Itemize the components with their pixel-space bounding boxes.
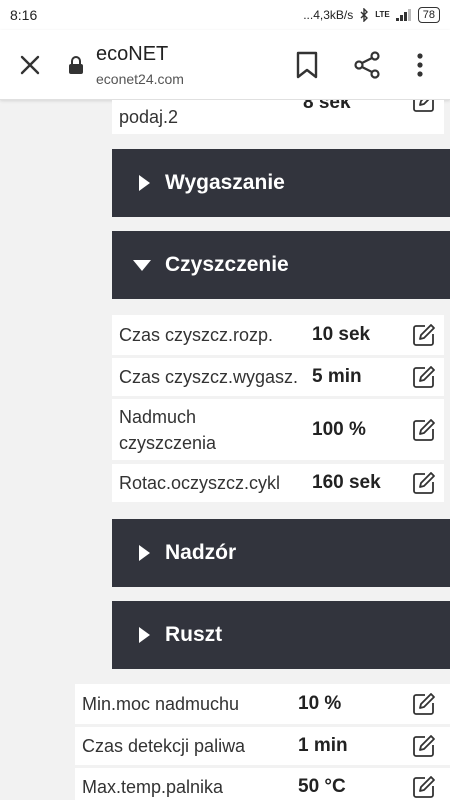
setting-row: Min.moc nadmuchu 10 % <box>75 684 450 724</box>
page-url[interactable]: econet24.com <box>96 71 184 87</box>
bluetooth-icon <box>360 8 369 22</box>
caret-down-icon <box>133 260 151 271</box>
more-options-icon[interactable] <box>410 50 430 80</box>
edit-icon[interactable] <box>412 365 436 389</box>
edit-icon[interactable] <box>412 100 436 113</box>
setting-value: 1 min <box>298 735 348 756</box>
setting-value: 160 sek <box>312 472 381 493</box>
network-speed: ...4,3kB/s <box>303 8 354 22</box>
close-icon[interactable] <box>16 51 44 79</box>
status-time: 8:16 <box>10 7 38 23</box>
setting-label: Max.temp.palnika <box>82 777 224 797</box>
section-ruszt[interactable]: Ruszt <box>112 601 450 669</box>
page-title: ecoNET <box>96 43 169 65</box>
edit-icon[interactable] <box>412 692 436 716</box>
setting-label: podaj.2 <box>119 107 179 127</box>
setting-row-podaj2: podaj.2 8 sek <box>112 100 444 134</box>
setting-value: 10 sek <box>312 324 371 345</box>
section-nadzor[interactable]: Nadzór <box>112 519 450 587</box>
setting-row: Max.temp.palnika 50 °C <box>75 768 450 800</box>
setting-value: 50 °C <box>298 776 346 797</box>
setting-label: Rotac.oczyszcz.cykl <box>119 473 281 493</box>
setting-value: 5 min <box>312 366 362 387</box>
setting-label: Czas czyszcz.rozp. <box>119 325 274 345</box>
edit-icon[interactable] <box>412 734 436 758</box>
setting-label: Min.moc nadmuchu <box>82 694 240 714</box>
edit-icon[interactable] <box>412 323 436 347</box>
bookmark-icon[interactable] <box>294 50 320 80</box>
setting-label: Czas czyszcz.wygasz. <box>119 367 299 387</box>
edit-icon[interactable] <box>412 775 436 799</box>
section-title: Nadzór <box>165 541 237 564</box>
caret-right-icon <box>139 545 150 561</box>
setting-value: 10 % <box>298 693 342 714</box>
caret-right-icon <box>139 175 150 191</box>
section-wygaszanie[interactable]: Wygaszanie <box>112 149 450 217</box>
setting-label: Czas detekcji paliwa <box>82 736 246 756</box>
setting-row: Czas czyszcz.wygasz. 5 min <box>112 358 444 396</box>
status-indicators: ...4,3kB/s LTE 78 <box>303 7 440 23</box>
caret-right-icon <box>139 627 150 643</box>
setting-value: 100 % <box>312 419 366 440</box>
lock-icon <box>69 56 83 74</box>
browser-toolbar: ecoNET econet24.com <box>0 30 450 100</box>
signal-icon <box>395 9 411 21</box>
lte-indicator: LTE <box>375 10 390 19</box>
section-title: Wygaszanie <box>165 171 285 194</box>
battery-indicator: 78 <box>417 7 440 23</box>
setting-label: czyszczenia <box>119 433 217 453</box>
setting-row: Nadmuch czyszczenia 100 % <box>112 399 444 460</box>
setting-row: Czas detekcji paliwa 1 min <box>75 727 450 765</box>
share-icon[interactable] <box>352 50 382 80</box>
setting-row: Czas czyszcz.rozp. 10 sek <box>112 315 444 355</box>
setting-row: Rotac.oczyszcz.cykl 160 sek <box>112 464 444 502</box>
status-bar: 8:16 ...4,3kB/s LTE 78 <box>0 0 450 30</box>
section-czyszczenie[interactable]: Czyszczenie <box>112 231 450 299</box>
section-title: Ruszt <box>165 623 223 646</box>
setting-value: 8 sek <box>303 100 351 113</box>
edit-icon[interactable] <box>412 418 436 442</box>
setting-label: Nadmuch <box>119 407 197 427</box>
section-title: Czyszczenie <box>165 253 289 276</box>
settings-content[interactable]: podaj.2 8 sek Wygaszanie Czyszczenie Cza… <box>0 100 450 800</box>
edit-icon[interactable] <box>412 471 436 495</box>
